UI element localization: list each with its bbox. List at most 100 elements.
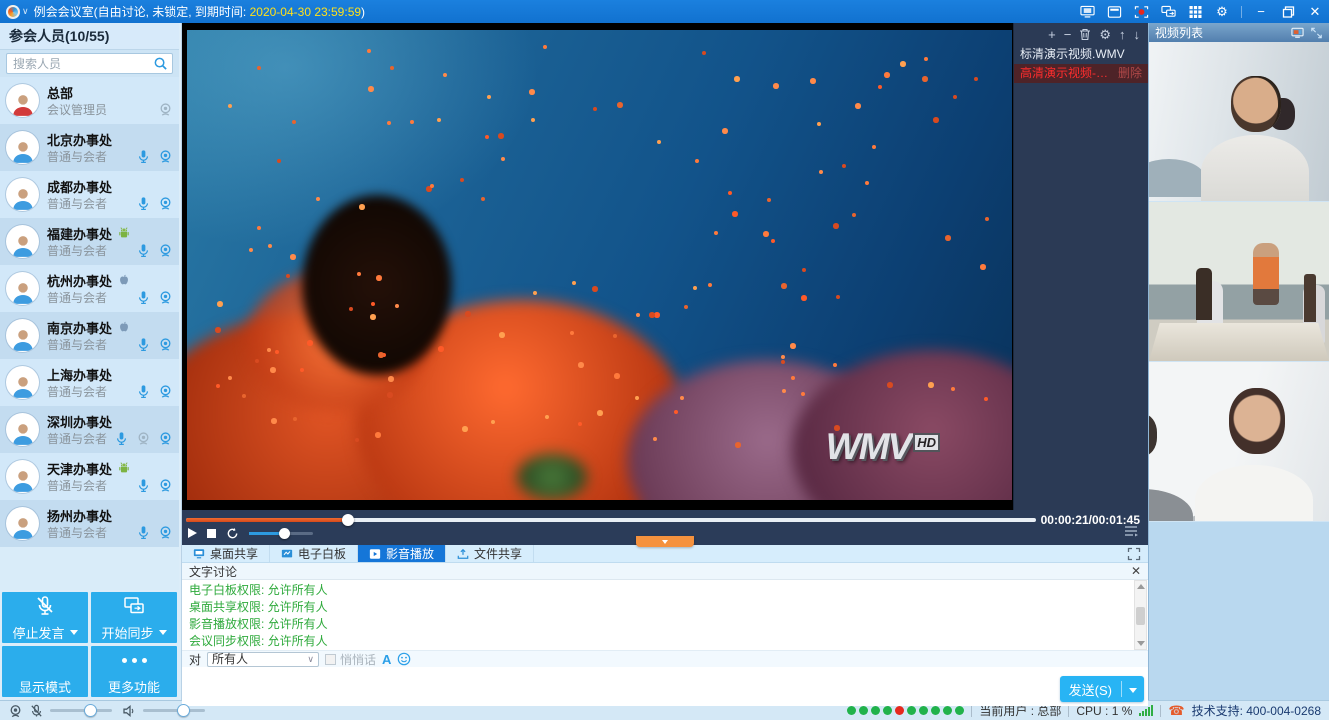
playlist-add-icon[interactable]: + <box>1048 28 1056 41</box>
volume-slider[interactable] <box>249 532 313 535</box>
microphone-icon[interactable] <box>136 149 151 164</box>
camera-icon[interactable] <box>158 478 173 493</box>
participant-row[interactable]: 南京办事处 普通与会者 <box>0 312 179 359</box>
camera-icon[interactable] <box>158 149 173 164</box>
camera-icon[interactable] <box>158 337 173 352</box>
volume-handle[interactable] <box>279 528 290 539</box>
network-cascade-icon[interactable] <box>1160 4 1176 19</box>
microphone-icon[interactable] <box>136 290 151 305</box>
stop-speaking-button[interactable]: 停止发言 <box>2 592 88 643</box>
participant-row[interactable]: 杭州办事处 普通与会者 <box>0 265 179 312</box>
microphone-icon[interactable] <box>136 196 151 211</box>
checkbox-icon[interactable] <box>325 654 336 665</box>
playlist-move-up-icon[interactable]: ↑ <box>1119 28 1126 41</box>
camera-icon[interactable] <box>158 102 173 117</box>
video-thumbnail-1[interactable] <box>1149 42 1329 202</box>
microphone-icon[interactable] <box>136 525 151 540</box>
playlist-remove-icon[interactable]: − <box>1064 28 1072 41</box>
video-thumbnail-2[interactable] <box>1149 202 1329 362</box>
layout-grid-icon[interactable] <box>1187 4 1203 19</box>
scroll-down-icon[interactable] <box>1137 641 1145 646</box>
video-mode-icon[interactable] <box>1291 27 1304 39</box>
recipient-select[interactable]: 所有人 ∨ <box>207 652 319 667</box>
camera-icon[interactable] <box>158 384 173 399</box>
loop-button[interactable] <box>226 527 239 540</box>
tab-whiteboard[interactable]: 电子白板 <box>270 545 358 562</box>
search-input[interactable] <box>6 53 173 74</box>
close-button[interactable]: ✕ <box>1307 4 1323 19</box>
progress-bar[interactable] <box>186 518 1036 522</box>
microphone-icon[interactable] <box>136 243 151 258</box>
status-dot-green <box>943 706 952 715</box>
playlist-settings-gear-icon[interactable]: ⚙ <box>1099 28 1111 41</box>
window-mode-icon[interactable] <box>1106 4 1122 19</box>
playlist-item-selected[interactable]: 高清演示视频-720P.wmv 删除 <box>1014 64 1148 83</box>
camera-status-icon[interactable] <box>8 704 23 718</box>
tab-desktop-share[interactable]: 桌面共享 <box>182 545 270 562</box>
camera-icon[interactable] <box>136 431 151 446</box>
camera-icon[interactable] <box>158 290 173 305</box>
mic-muted-icon[interactable] <box>29 704 44 718</box>
font-settings-icon[interactable]: A <box>382 652 391 667</box>
camera-icon[interactable] <box>158 525 173 540</box>
progress-handle[interactable] <box>342 514 354 526</box>
participant-name: 南京办事处 <box>47 318 112 337</box>
microphone-icon[interactable] <box>136 478 151 493</box>
panel-collapse-handle[interactable] <box>636 536 694 547</box>
scroll-up-icon[interactable] <box>1137 584 1145 589</box>
stop-button[interactable] <box>207 529 216 538</box>
speaker-volume-slider[interactable] <box>143 709 205 712</box>
play-button[interactable] <box>188 528 197 538</box>
settings-gear-icon[interactable]: ⚙ <box>1214 4 1230 19</box>
send-button[interactable]: 发送(S) <box>1060 676 1144 702</box>
video-thumbnail-3[interactable] <box>1149 362 1329 522</box>
playlist-delete-link[interactable]: 删除 <box>1118 64 1142 83</box>
record-icon[interactable] <box>1133 4 1149 19</box>
video-display[interactable]: WMVHD <box>187 30 1012 500</box>
fullscreen-expand-icon[interactable] <box>1127 547 1141 561</box>
webcam-feed <box>1149 42 1329 201</box>
chat-close-icon[interactable]: ✕ <box>1131 565 1141 577</box>
camera-icon[interactable] <box>158 196 173 211</box>
chat-scrollbar[interactable] <box>1134 580 1147 650</box>
screen-share-icon[interactable] <box>1079 4 1095 19</box>
participant-row[interactable]: 福建办事处 普通与会者 <box>0 218 179 265</box>
microphone-icon[interactable] <box>114 431 129 446</box>
message-input[interactable] <box>182 667 1148 706</box>
participant-row[interactable]: 北京办事处 普通与会者 <box>0 124 179 171</box>
speaker-icon[interactable] <box>122 704 137 718</box>
microphone-icon[interactable] <box>136 384 151 399</box>
more-functions-button[interactable]: 更多功能 <box>91 646 177 697</box>
start-sync-button[interactable]: 开始同步 <box>91 592 177 643</box>
participant-row[interactable]: 天津办事处 普通与会者 <box>0 453 179 500</box>
participant-row[interactable]: 深圳办事处 普通与会者 <box>0 406 179 453</box>
dropdown-caret-icon[interactable] <box>70 630 78 635</box>
scrollbar-thumb[interactable] <box>1136 607 1145 625</box>
dropdown-caret-icon[interactable] <box>159 630 167 635</box>
playlist-clear-trash-icon[interactable] <box>1079 28 1091 41</box>
restore-button[interactable] <box>1280 4 1296 19</box>
emoji-icon[interactable] <box>397 652 411 666</box>
chevron-down-icon[interactable]: ∨ <box>22 6 29 17</box>
participant-row[interactable]: 扬州办事处 普通与会者 <box>0 500 179 547</box>
tab-file-share[interactable]: 文件共享 <box>446 545 534 562</box>
mic-volume-slider[interactable] <box>50 709 112 712</box>
panel-expand-icon[interactable] <box>1310 27 1323 39</box>
camera-icon[interactable] <box>158 431 173 446</box>
minimize-button[interactable]: − <box>1253 4 1269 19</box>
playlist-item[interactable]: 标清演示视频.WMV <box>1014 45 1148 64</box>
participant-row[interactable]: 成都办事处 普通与会者 <box>0 171 179 218</box>
camera-icon[interactable] <box>158 243 173 258</box>
participant-row[interactable]: 总部 会议管理员 <box>0 77 179 124</box>
microphone-icon[interactable] <box>136 337 151 352</box>
send-options-caret[interactable] <box>1122 682 1144 696</box>
participant-row[interactable]: 上海办事处 普通与会者 <box>0 359 179 406</box>
display-mode-button[interactable]: 显示模式 <box>2 646 88 697</box>
search-icon[interactable] <box>153 56 168 71</box>
tab-media-playback[interactable]: 影音播放 <box>358 545 446 562</box>
divider <box>971 705 972 717</box>
playlist-toggle-icon[interactable] <box>1124 525 1138 540</box>
avatar <box>6 413 39 446</box>
whisper-checkbox[interactable]: 悄悄话 <box>325 651 376 668</box>
playlist-move-down-icon[interactable]: ↓ <box>1134 28 1141 41</box>
